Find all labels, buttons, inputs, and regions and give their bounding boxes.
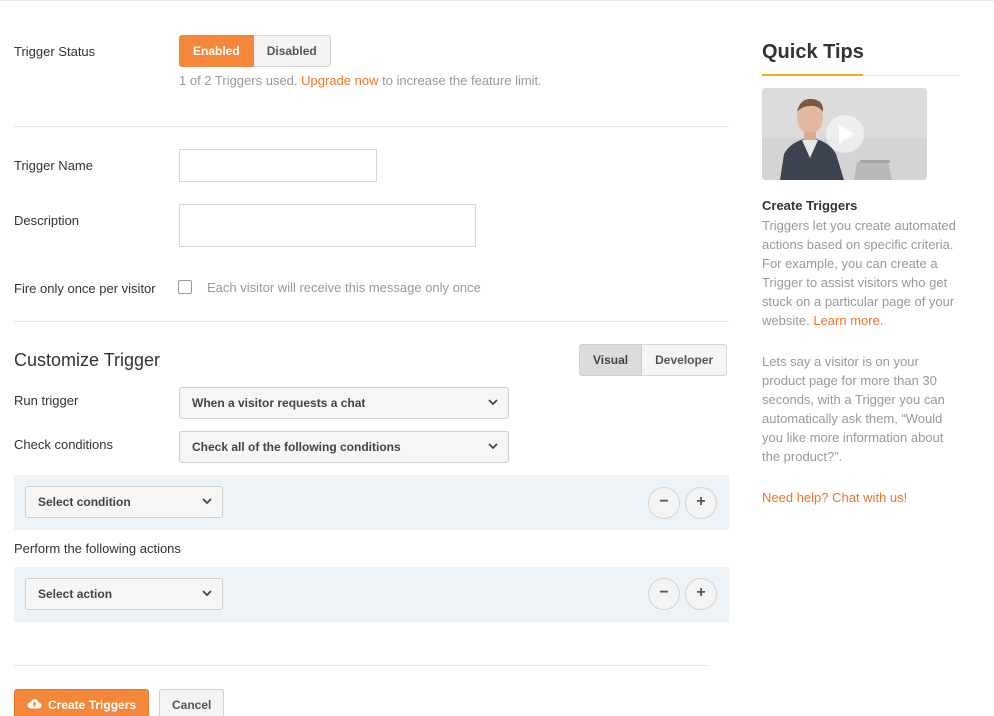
condition-select[interactable]: Select condition xyxy=(25,486,223,518)
cancel-button[interactable]: Cancel xyxy=(159,689,225,716)
trigger-name-input[interactable] xyxy=(179,149,377,182)
trigger-status-toggle: Enabled Disabled xyxy=(179,35,331,67)
create-triggers-label: Create Triggers xyxy=(48,698,137,712)
run-trigger-value: When a visitor requests a chat xyxy=(192,396,366,410)
trigger-name-label: Trigger Name xyxy=(14,158,93,173)
usage-text: 1 of 2 Triggers used. xyxy=(179,73,298,88)
trigger-status-label: Trigger Status xyxy=(14,44,96,59)
check-conditions-label: Check conditions xyxy=(14,437,113,452)
fire-once-checkbox[interactable] xyxy=(178,280,192,294)
chevron-down-icon xyxy=(488,388,498,406)
quick-tips-underline xyxy=(762,74,863,76)
create-triggers-button[interactable]: Create Triggers xyxy=(14,689,150,716)
top-border xyxy=(0,0,994,1)
learn-more-link[interactable]: Learn more. xyxy=(813,313,883,328)
divider xyxy=(14,126,729,127)
create-triggers-tip-title: Create Triggers xyxy=(762,198,858,213)
actions-label: Perform the following actions xyxy=(14,541,181,556)
usage-suffix: to increase the feature limit. xyxy=(382,73,542,88)
editor-mode-toggle: Visual Developer xyxy=(579,344,728,376)
chevron-down-icon xyxy=(488,432,498,450)
remove-action-button[interactable]: − xyxy=(648,578,680,610)
cloud-upload-icon xyxy=(27,690,42,716)
quick-tips-title: Quick Tips xyxy=(762,41,864,63)
tip-paragraph-1-text: Triggers let you create automated action… xyxy=(762,218,956,328)
action-row: Select action − + xyxy=(14,567,729,622)
check-conditions-select[interactable]: Check all of the following conditions xyxy=(179,431,509,463)
status-enabled-button[interactable]: Enabled xyxy=(179,35,254,67)
chevron-down-icon xyxy=(202,579,212,597)
customize-trigger-title: Customize Trigger xyxy=(14,350,161,370)
run-trigger-label: Run trigger xyxy=(14,393,79,408)
upgrade-link[interactable]: Upgrade now xyxy=(301,73,378,88)
action-select[interactable]: Select action xyxy=(25,578,223,610)
tip-paragraph-2: Lets say a visitor is on your product pa… xyxy=(762,354,945,464)
condition-select-value: Select condition xyxy=(38,495,131,509)
divider xyxy=(14,665,707,666)
condition-row: Select condition − + xyxy=(14,475,729,530)
help-chat-link[interactable]: Need help? Chat with us! xyxy=(762,490,907,505)
check-conditions-value: Check all of the following conditions xyxy=(192,440,401,454)
tutorial-video-thumbnail[interactable] xyxy=(762,88,927,180)
add-condition-button[interactable]: + xyxy=(685,487,717,519)
divider xyxy=(14,321,729,322)
usage-note: 1 of 2 Triggers used. Upgrade now to inc… xyxy=(179,73,542,88)
developer-mode-button[interactable]: Developer xyxy=(642,344,728,376)
action-select-value: Select action xyxy=(38,587,113,601)
description-label: Description xyxy=(14,213,80,228)
visual-mode-button[interactable]: Visual xyxy=(579,344,643,376)
fire-once-text: Each visitor will receive this message o… xyxy=(207,280,481,295)
fire-once-label: Fire only once per visitor xyxy=(14,281,156,296)
tip-paragraph-1: Triggers let you create automated action… xyxy=(762,216,962,330)
remove-condition-button[interactable]: − xyxy=(648,487,680,519)
chevron-down-icon xyxy=(202,487,212,505)
add-action-button[interactable]: + xyxy=(685,578,717,610)
run-trigger-select[interactable]: When a visitor requests a chat xyxy=(179,387,509,419)
description-input[interactable] xyxy=(179,204,476,247)
status-disabled-button[interactable]: Disabled xyxy=(253,35,331,67)
